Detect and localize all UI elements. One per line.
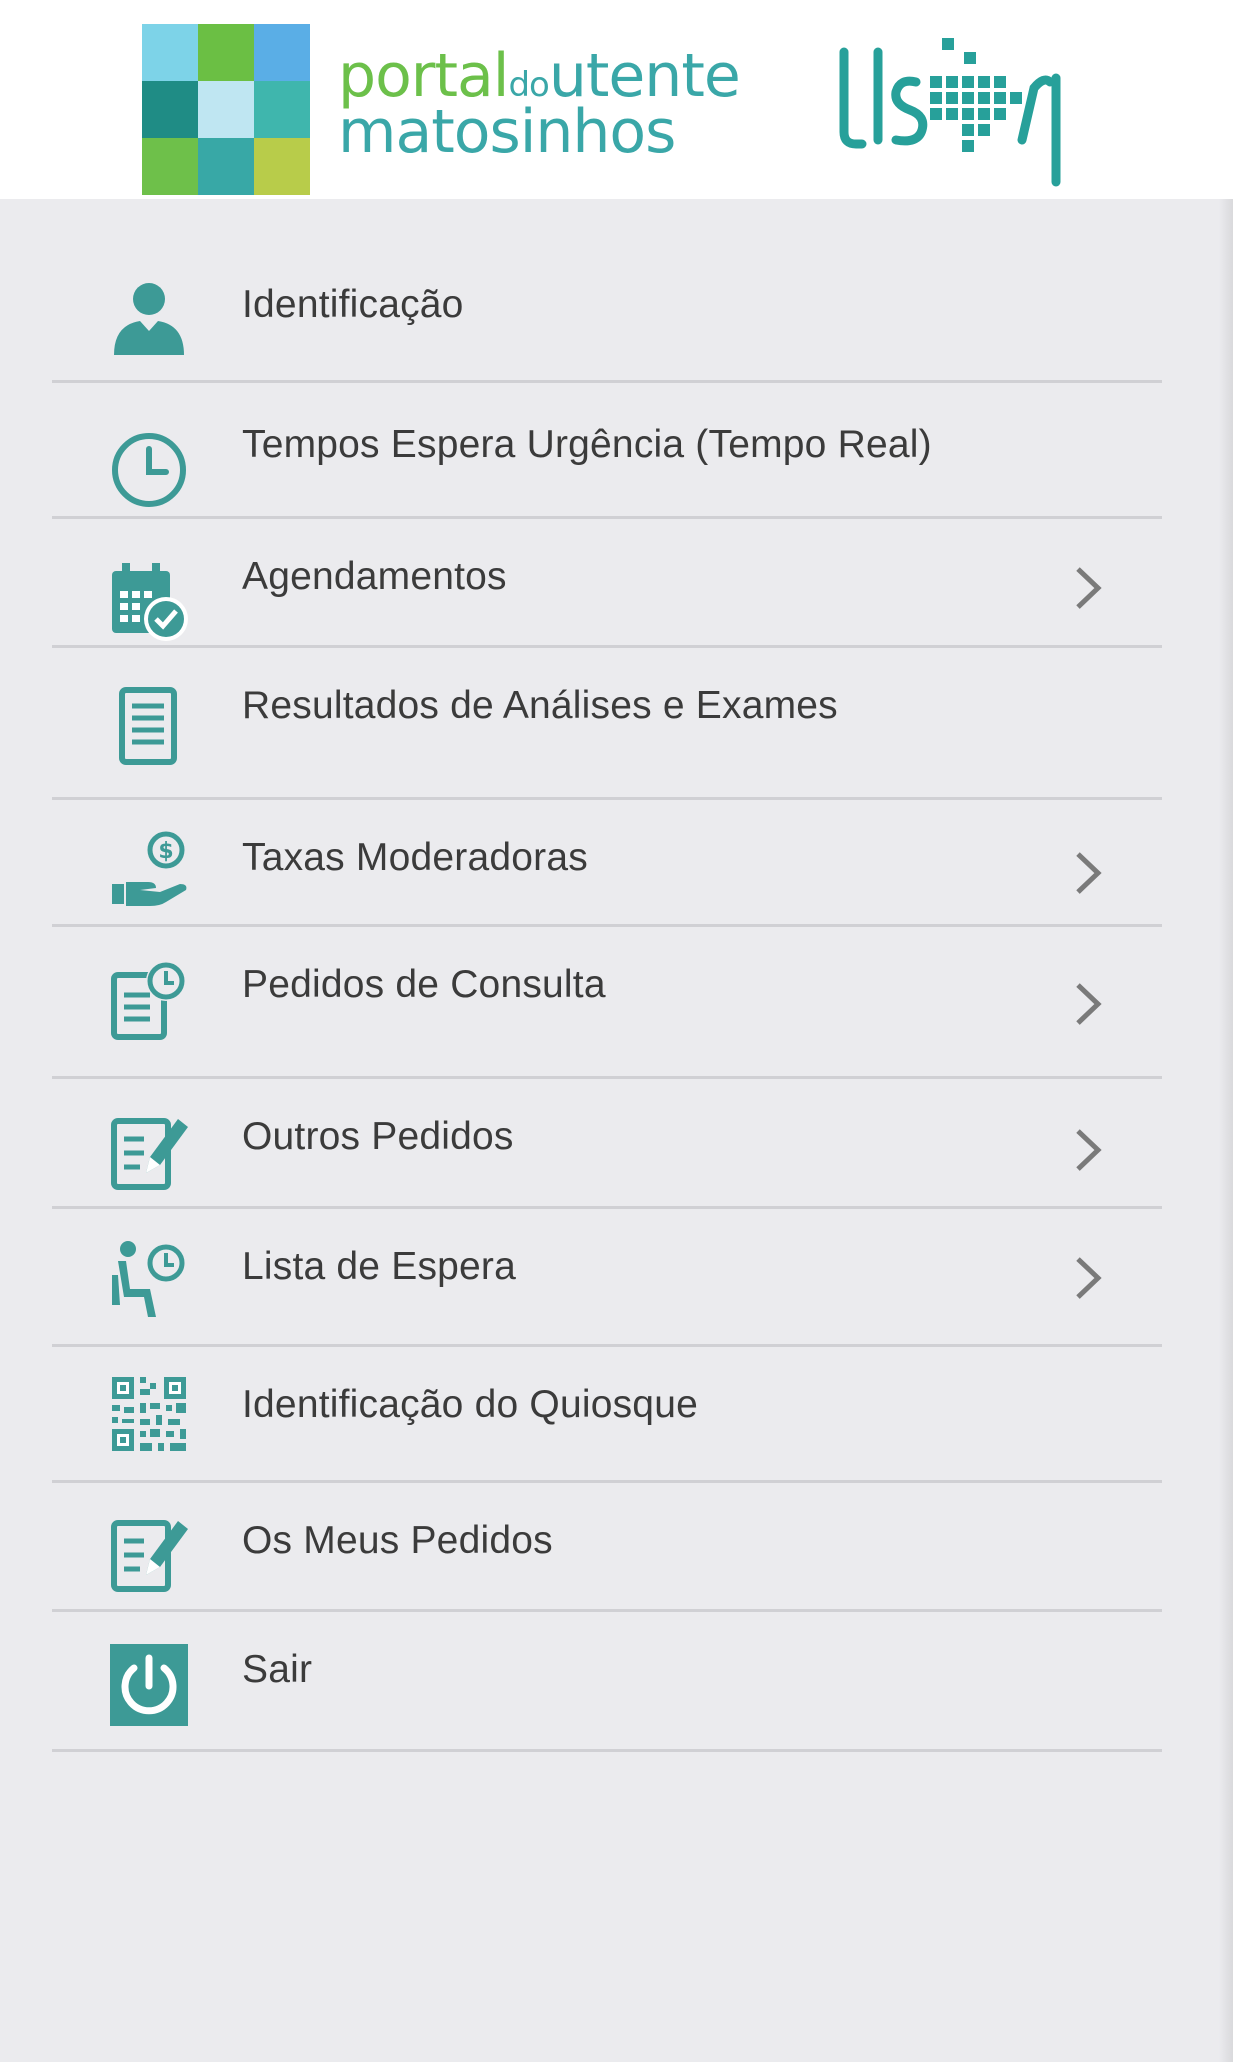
clock-icon (110, 429, 188, 511)
svg-text:$: $ (158, 839, 173, 864)
menu-item-label: Identificação (242, 283, 464, 326)
logo-mosaic-tile (142, 138, 198, 195)
menu-item-outros-pedidos[interactable]: Outros Pedidos (52, 1079, 1162, 1209)
chevron-right-icon (1072, 1253, 1106, 1303)
menu-item-label: Identificação do Quiosque (242, 1383, 698, 1426)
logo-mosaic-tile (198, 81, 254, 138)
menu-item-label: Pedidos de Consulta (242, 963, 606, 1006)
portal-logo-mosaic (142, 24, 310, 196)
calendar-check-icon (110, 561, 188, 643)
menu-item-pedidos-de-consulta[interactable]: Pedidos de Consulta (52, 927, 1162, 1079)
logo-mosaic-tile (198, 24, 254, 81)
app-header: portaldoutente matosinhos (0, 0, 1233, 199)
logo-mosaic-tile (142, 81, 198, 138)
clipboard-clock-icon (110, 959, 188, 1041)
menu-item-os-meus-pedidos[interactable]: Os Meus Pedidos (52, 1483, 1162, 1612)
qr-code-icon (110, 1373, 188, 1455)
menu-item-label: Resultados de Análises e Exames (242, 684, 838, 727)
chevron-right-icon (1072, 1125, 1106, 1175)
menu-item-label: Os Meus Pedidos (242, 1519, 553, 1562)
logo-mosaic-tile (198, 138, 254, 195)
menu-item-label: Lista de Espera (242, 1245, 517, 1288)
waiting-seat-icon (110, 1239, 188, 1321)
menu-item-label: Agendamentos (242, 555, 507, 598)
page-edge-shadow (1219, 199, 1233, 2062)
menu-item-label: Taxas Moderadoras (242, 836, 588, 879)
edit-document-icon (110, 1513, 188, 1595)
menu-item-tempos-espera-urgencia-tempo-real[interactable]: Tempos Espera Urgência (Tempo Real) (52, 383, 1162, 519)
menu-item-label: Tempos Espera Urgência (Tempo Real) (242, 423, 932, 466)
ulsm-logo (839, 38, 1061, 187)
logo-mosaic-tile (254, 81, 310, 138)
logo-mosaic-tile (254, 138, 310, 195)
menu-item-identificacao[interactable]: Identificação (52, 199, 1162, 383)
power-icon (110, 1644, 188, 1726)
menu-item-taxas-moderadoras[interactable]: $ Taxas Moderadoras (52, 800, 1162, 927)
menu-item-identificacao-do-quiosque[interactable]: Identificação do Quiosque (52, 1347, 1162, 1483)
menu-item-sair[interactable]: Sair (52, 1612, 1162, 1752)
document-icon (110, 684, 188, 766)
logo-mosaic-tile (254, 24, 310, 81)
portal-logo-text: portaldoutente matosinhos (338, 46, 741, 167)
menu-item-resultados-de-analises-e-exames[interactable]: Resultados de Análises e Exames (52, 648, 1162, 800)
hand-money-icon: $ (110, 830, 188, 912)
menu-item-lista-de-espera[interactable]: Lista de Espera (52, 1209, 1162, 1347)
chevron-right-icon (1072, 563, 1106, 613)
menu-item-agendamentos[interactable]: Agendamentos (52, 519, 1162, 648)
logo-word-matosinhos: matosinhos (338, 97, 676, 167)
edit-document-icon (110, 1111, 188, 1193)
logo-mosaic-tile (142, 24, 198, 81)
chevron-right-icon (1072, 979, 1106, 1029)
menu-item-label: Sair (242, 1648, 313, 1691)
menu-item-label: Outros Pedidos (242, 1115, 514, 1158)
user-icon (110, 275, 188, 357)
chevron-right-icon (1072, 848, 1106, 898)
